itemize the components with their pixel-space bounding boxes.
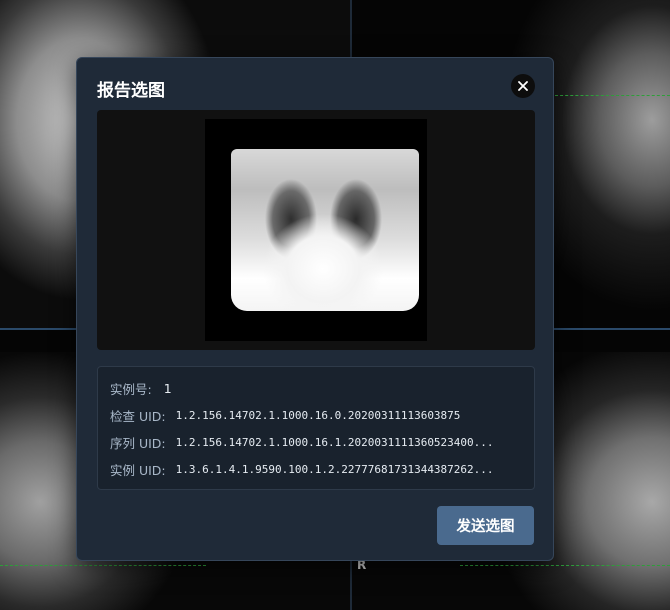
close-icon (518, 81, 528, 91)
reference-line (460, 565, 670, 566)
series-uid-value: 1.2.156.14702.1.1000.16.1.20200311113605… (175, 435, 494, 449)
dicom-info-panel: 实例号: 1 检查 UID: 1.2.156.14702.1.1000.16.0… (97, 366, 535, 490)
series-uid-row: 序列 UID: 1.2.156.14702.1.1000.16.1.202003… (110, 432, 494, 452)
reference-line (555, 95, 670, 96)
study-uid-row: 检查 UID: 1.2.156.14702.1.1000.16.0.202003… (110, 405, 460, 425)
instance-number-value: 1 (163, 380, 172, 396)
sop-uid-label: 实例 UID: (110, 462, 166, 478)
instance-number-label: 实例号: (110, 381, 152, 397)
xray-thumbnail (205, 119, 427, 341)
send-selected-image-button[interactable]: 发送选图 (437, 506, 534, 545)
close-button[interactable] (511, 74, 535, 98)
study-uid-value: 1.2.156.14702.1.1000.16.0.20200311113603… (175, 408, 461, 422)
instance-number-row: 实例号: 1 (110, 378, 172, 398)
image-preview (97, 110, 535, 350)
reference-line (0, 565, 206, 566)
dialog-title: 报告选图 (97, 81, 165, 101)
chest-xray-image (231, 149, 419, 311)
sop-uid-value: 1.3.6.1.4.1.9590.100.1.2.227776817313443… (175, 462, 494, 476)
study-uid-label: 检查 UID: (110, 408, 166, 424)
report-image-select-dialog: 报告选图 实例号: 1 检查 UID: 1.2.156.14702.1.1000… (76, 57, 554, 561)
sop-uid-row: 实例 UID: 1.3.6.1.4.1.9590.100.1.2.2277768… (110, 459, 494, 479)
series-uid-label: 序列 UID: (110, 435, 166, 451)
